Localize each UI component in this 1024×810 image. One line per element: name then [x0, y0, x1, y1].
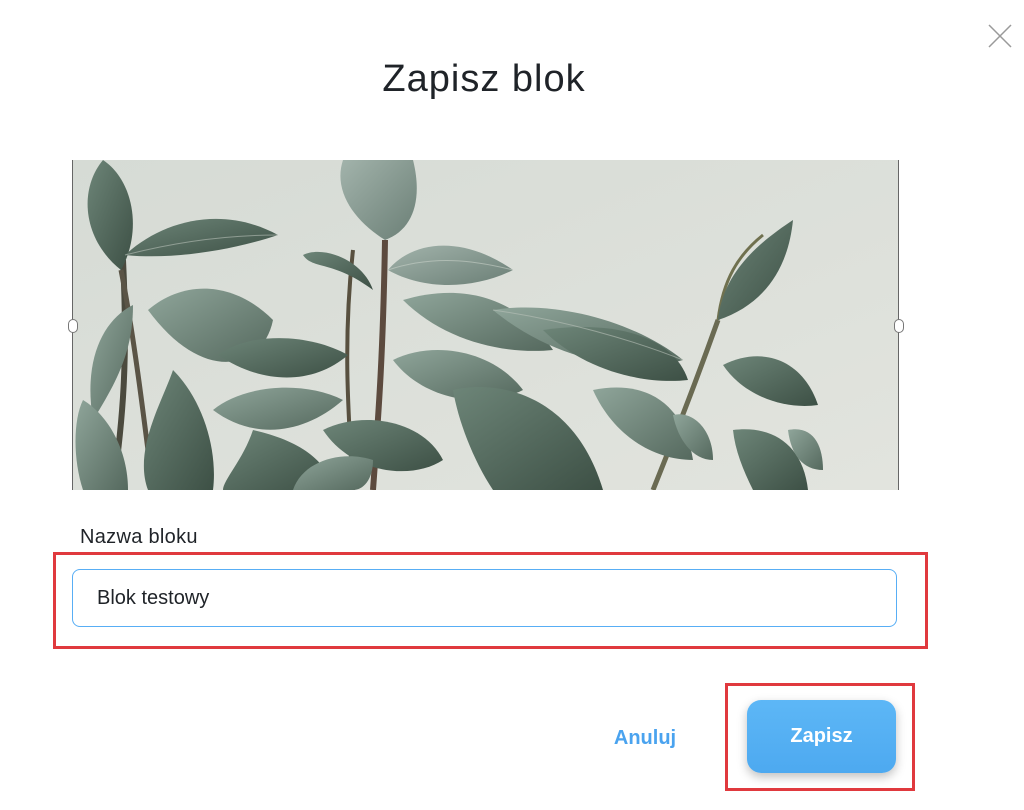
save-button[interactable]: Zapisz	[747, 700, 896, 773]
close-icon[interactable]	[986, 22, 1014, 50]
block-name-input[interactable]	[72, 569, 897, 627]
block-name-label: Nazwa bloku	[80, 526, 198, 548]
cancel-button[interactable]: Anuluj	[600, 718, 690, 758]
block-preview-image	[68, 160, 904, 490]
resize-handle-right[interactable]	[894, 319, 904, 333]
dialog-title: Zapisz blok	[382, 58, 586, 100]
plant-leaves-image	[73, 160, 898, 490]
save-block-dialog: Zapisz blok Nazwa bloku Blok testowy Anu…	[0, 0, 1024, 810]
resize-handle-left[interactable]	[68, 319, 78, 333]
